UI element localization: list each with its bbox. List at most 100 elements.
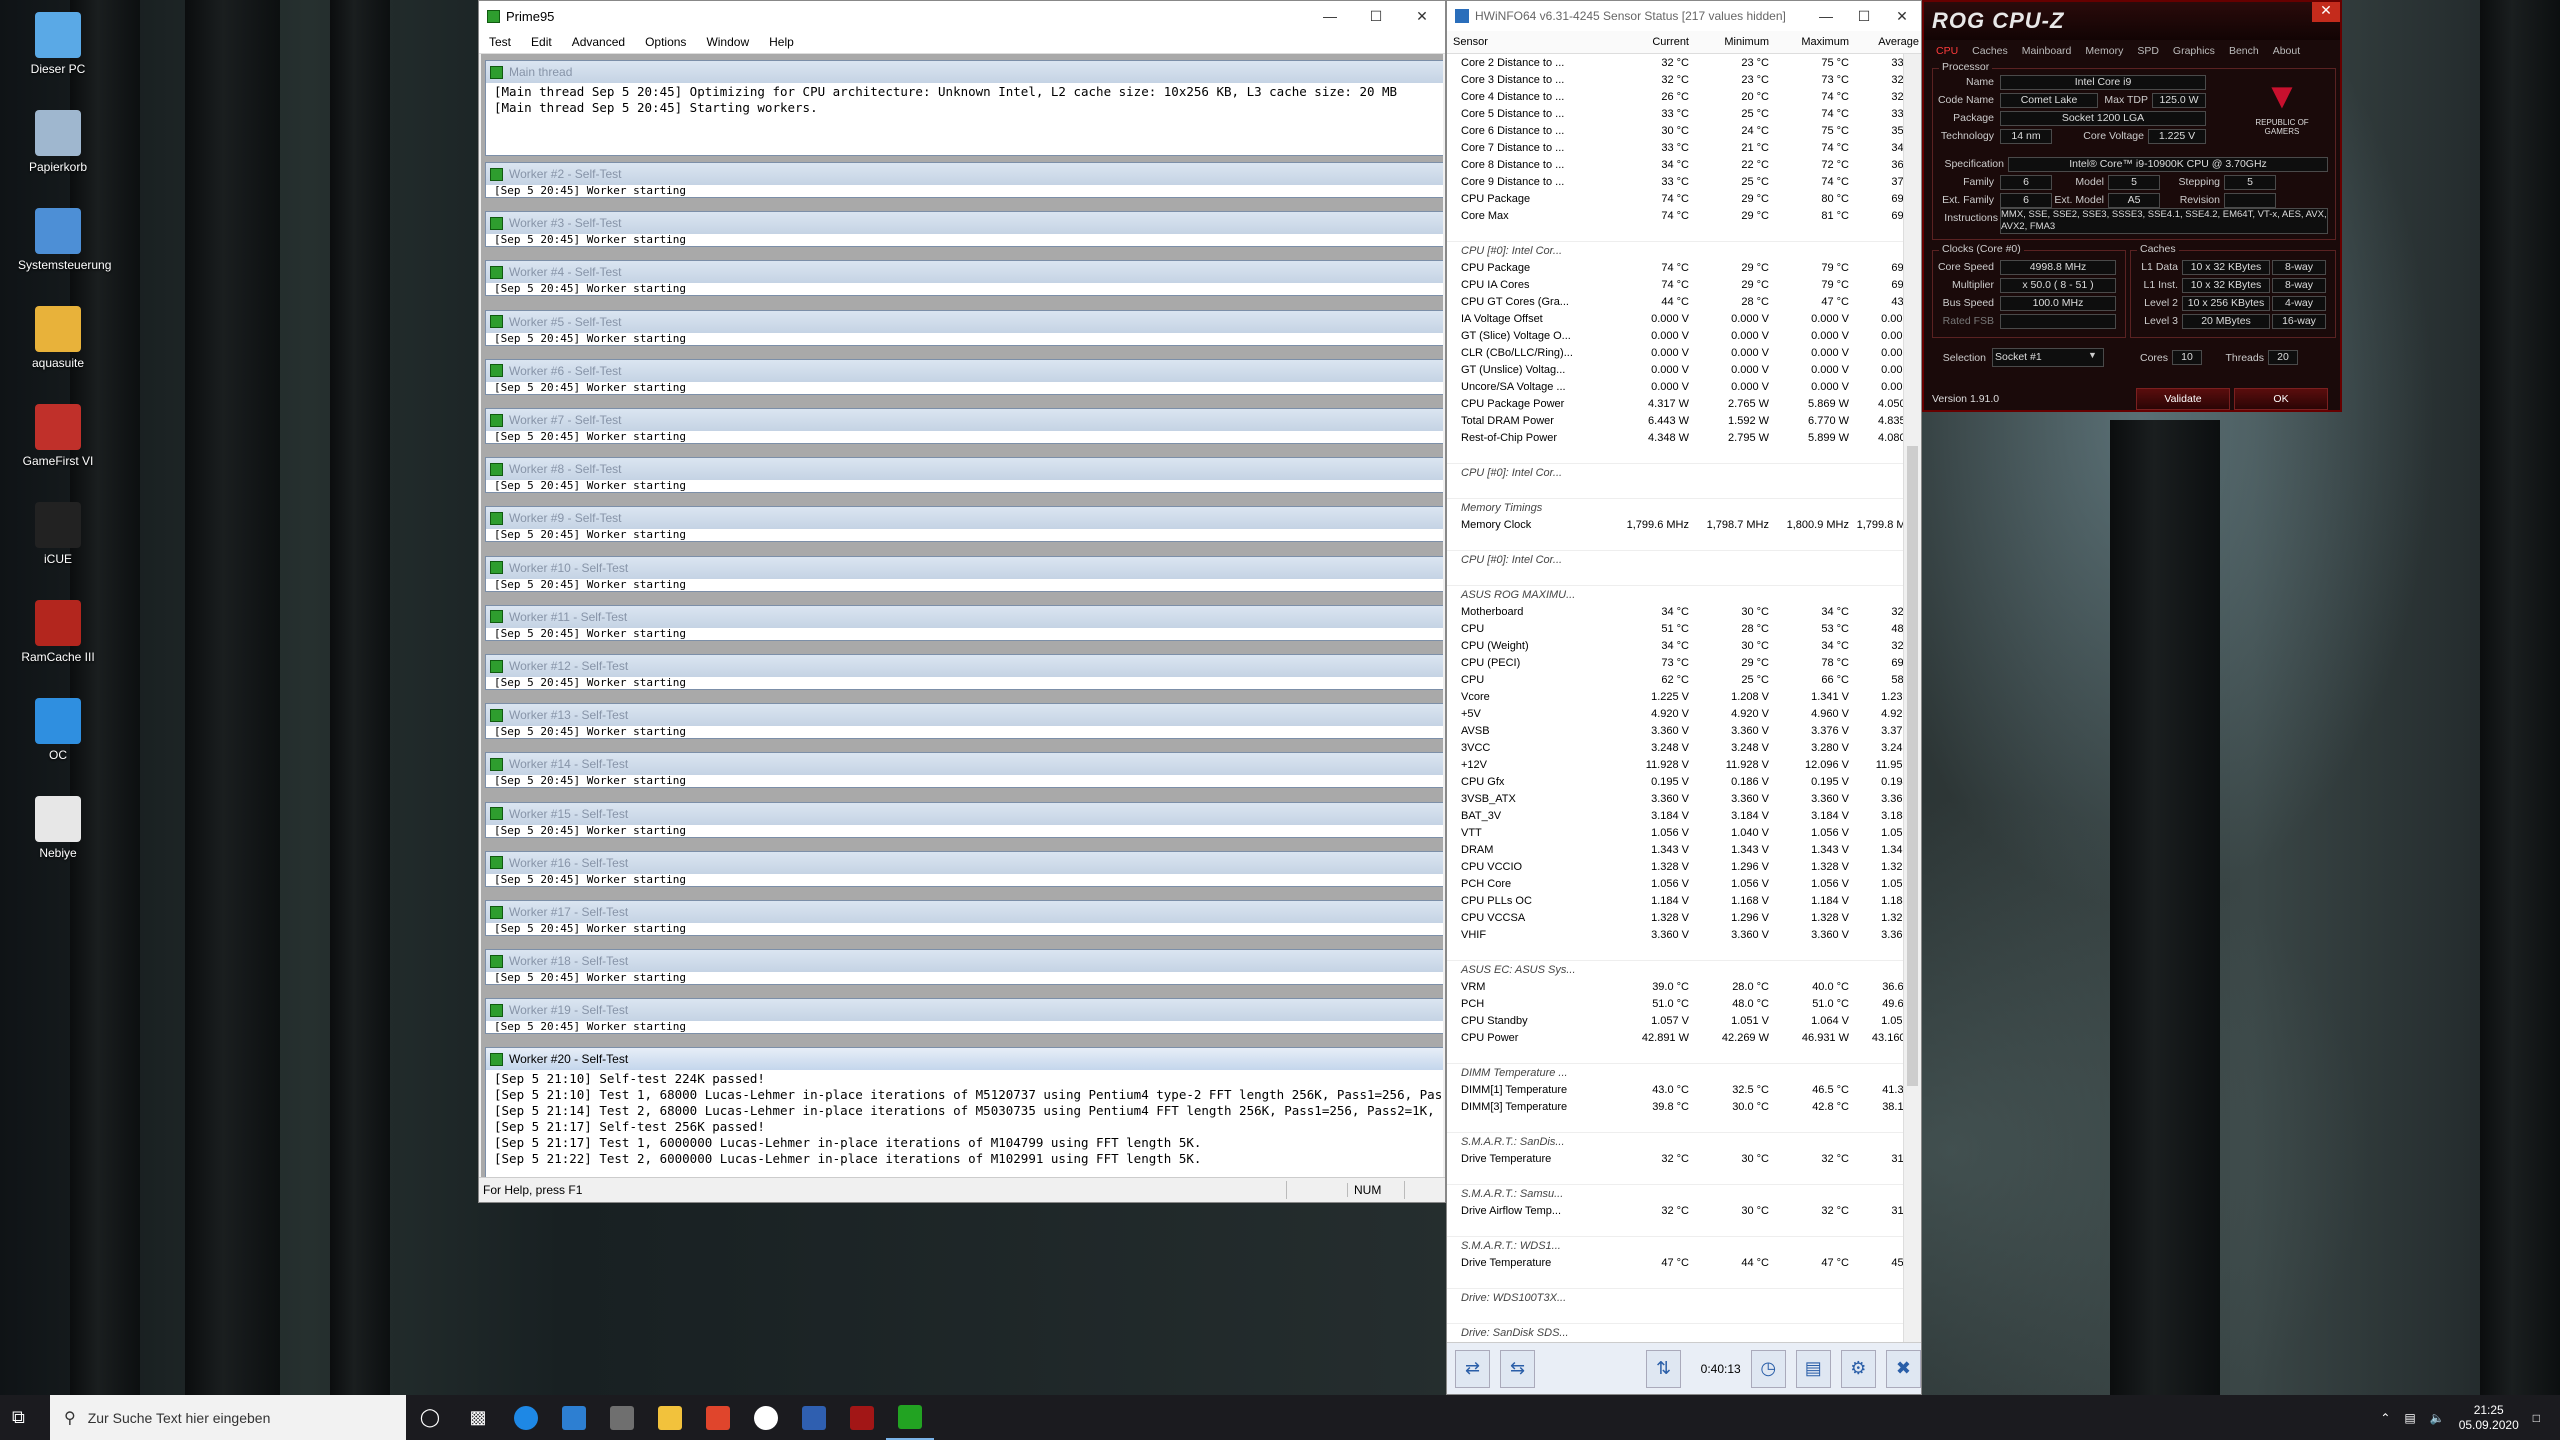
desktop-icon[interactable]: aquasuite [18,306,98,370]
chevron-up-icon[interactable]: ⌃ [2380,1411,2390,1425]
worker-pane[interactable]: Worker #11 - Self-Test [Sep 5 20:45] Work… [485,604,1443,641]
sensor-group-header[interactable]: S.M.A.R.T.: WDS1... [1447,1236,1905,1254]
desktop-icon[interactable]: Papierkorb [18,110,98,174]
menu-help[interactable]: Help [759,35,804,49]
report-icon[interactable]: ▤ [1795,1349,1831,1388]
worker-titlebar[interactable]: Worker #8 - Self-Test [486,458,1443,481]
sensor-group-header[interactable]: Drive: WDS100T3X... [1447,1288,1905,1306]
sensor-row[interactable]: VHIF 3.360 V 3.360 V 3.360 V 3.360 V [1447,926,1905,943]
sensor-row[interactable]: Core 9 Distance to ... 33 °C 25 °C 74 °C 37 … [1447,173,1905,190]
sensor-row[interactable]: Core Max 74 °C 29 °C 81 °C 69 °C [1447,207,1905,224]
sensor-row[interactable]: Core 6 Distance to ... 30 °C 24 °C 75 °C 35 … [1447,122,1905,139]
sensor-row[interactable]: DIMM[3] Temperature 39.8 °C 30.0 °C 42.8 °C… [1447,1098,1905,1115]
worker-titlebar[interactable]: Worker #17 - Self-Test [486,901,1443,923]
maximize-icon[interactable]: ☐ [1353,8,1399,25]
sensor-row[interactable]: Core 4 Distance to ... 26 °C 20 °C 74 °C 32 … [1447,88,1905,105]
chevron-down-icon[interactable]: ▼ [2088,350,2097,360]
worker-pane[interactable]: Worker #3 - Self-Test [Sep 5 20:45] Worke… [485,211,1443,248]
main-thread-titlebar[interactable]: Main thread [486,61,1443,83]
worker-20-titlebar[interactable]: Worker #20 - Self-Test [486,1048,1443,1070]
app-s-icon[interactable] [694,1395,742,1440]
column-header[interactable]: Maximum [1775,36,1855,48]
taskbar-search[interactable]: ⚲ Zur Suche Text hier eingeben [50,1395,406,1440]
sensor-row[interactable]: CPU VCCIO 1.328 V 1.296 V 1.328 V 1.328 V [1447,858,1905,875]
worker-pane[interactable]: Worker #12 - Self-Test [Sep 5 20:45] Work… [485,654,1443,690]
minimize-icon[interactable]: — [1307,8,1353,24]
network-icon[interactable]: ▤ [2404,1411,2415,1425]
worker-20-pane[interactable]: Worker #20 - Self-Test [Sep 5 21:10] Sel… [485,1047,1443,1178]
sensor-row[interactable]: PCH Core 1.056 V 1.056 V 1.056 V 1.056 V [1447,875,1905,892]
sensor-row[interactable]: CLR (CBo/LLC/Ring)... 0.000 V 0.000 V 0.000… [1447,344,1905,361]
sensor-group-header[interactable]: CPU [#0]: Intel Cor... [1447,463,1905,481]
sensor-row[interactable]: Rest-of-Chip Power 4.348 W 2.795 W 5.899 W 4… [1447,429,1905,446]
worker-pane[interactable]: Worker #9 - Self-Test [Sep 5 20:45] Worke… [485,506,1443,543]
worker-pane[interactable]: Worker #5 - Self-Test [Sep 5 20:45] Worke… [485,309,1443,346]
menu-window[interactable]: Window [696,35,759,49]
worker-titlebar[interactable]: Worker #16 - Self-Test [486,851,1443,874]
tab-about[interactable]: About [2267,44,2306,58]
worker-titlebar[interactable]: Worker #6 - Self-Test [486,359,1443,382]
task-view-icon[interactable]: ▩ [454,1395,502,1440]
sensor-row[interactable]: +5V 4.920 V 4.920 V 4.960 V 4.920 V [1447,705,1905,722]
desktop-icon[interactable]: Systemsteuerung [18,208,111,272]
menu-edit[interactable]: Edit [521,35,562,49]
worker-titlebar[interactable]: Worker #15 - Self-Test [486,802,1443,825]
worker-titlebar[interactable]: Worker #14 - Self-Test [486,753,1443,776]
tab-cpu[interactable]: CPU [1930,44,1964,58]
prime95-taskbar-icon[interactable] [886,1395,934,1440]
cortana-icon[interactable]: ◯ [406,1395,454,1440]
sensor-row[interactable]: Vcore 1.225 V 1.208 V 1.341 V 1.233 V [1447,688,1905,705]
sensor-row[interactable]: Uncore/SA Voltage ... 0.000 V 0.000 V 0.000… [1447,378,1905,395]
sensor-row[interactable]: 3VCC 3.248 V 3.248 V 3.280 V 3.249 V [1447,739,1905,756]
sensor-row[interactable]: Drive Temperature 32 °C 30 °C 32 °C 31 °C [1447,1150,1905,1167]
sensor-row[interactable]: CPU IA Cores 74 °C 29 °C 79 °C 69 °C [1447,276,1905,293]
clock[interactable]: 21:25 05.09.2020 [2459,1403,2519,1433]
navigate-left-icon[interactable]: ⇄ [1455,1349,1491,1388]
sensor-row[interactable]: CPU 51 °C 28 °C 53 °C 48 °C [1447,620,1905,637]
worker-pane[interactable]: Worker #2 - Self-Test [Sep 5 20:45] Worke… [485,162,1443,198]
windows-start-icon[interactable]: ⧉ [12,1407,25,1428]
sensor-row[interactable]: CPU GT Cores (Gra... 44 °C 28 °C 47 °C 43 °C [1447,293,1905,310]
sensor-row[interactable]: 3VSB_ATX 3.360 V 3.360 V 3.360 V 3.360 V [1447,790,1905,807]
tab-mainboard[interactable]: Mainboard [2016,44,2078,58]
sensor-row[interactable]: Motherboard 34 °C 30 °C 34 °C 32 °C [1447,603,1905,620]
desktop-icon[interactable]: iCUE [18,502,98,566]
sensor-row[interactable]: Drive Temperature 47 °C 44 °C 47 °C 45 °C [1447,1254,1905,1271]
cpuz-window[interactable]: ROG CPU-Z ✕ CPU Caches Mainboard Memory … [1922,0,2342,412]
worker-titlebar[interactable]: Worker #9 - Self-Test [486,507,1443,530]
worker-titlebar[interactable]: Worker #7 - Self-Test [486,409,1443,431]
tab-spd[interactable]: SPD [2131,44,2165,58]
navigate-right-icon[interactable]: ⇆ [1500,1349,1536,1388]
worker-titlebar[interactable]: Worker #19 - Self-Test [486,999,1443,1022]
worker-pane[interactable]: Worker #10 - Self-Test [Sep 5 20:45] Work… [485,555,1443,592]
worker-pane[interactable]: Worker #7 - Self-Test [Sep 5 20:45] Worke… [485,408,1443,444]
sensor-row[interactable]: CPU (PECI) 73 °C 29 °C 78 °C 69 °C [1447,654,1905,671]
worker-pane[interactable]: Worker #15 - Self-Test [Sep 5 20:45] Work… [485,801,1443,838]
worker-pane[interactable]: Worker #8 - Self-Test [Sep 5 20:45] Worke… [485,457,1443,494]
sensor-group-header[interactable]: CPU [#0]: Intel Cor... [1447,550,1905,568]
sensor-row[interactable]: PCH 51.0 °C 48.0 °C 51.0 °C 49.6 °C [1447,995,1905,1012]
minimize-icon[interactable]: — [1807,8,1845,24]
icue-taskbar-icon[interactable] [742,1395,790,1440]
notification-icon[interactable]: □ [2533,1411,2540,1425]
menu-test[interactable]: Test [479,35,521,49]
sensor-group-header[interactable]: CPU [#0]: Intel Cor... [1447,241,1905,259]
sensor-row[interactable]: Core 7 Distance to ... 33 °C 21 °C 74 °C 34 … [1447,139,1905,156]
worker-pane[interactable]: Worker #14 - Self-Test [Sep 5 20:45] Work… [485,752,1443,789]
hwinfo-titlebar[interactable]: HWiNFO64 v6.31-4245 Sensor Status [217 v… [1447,1,1921,31]
worker-titlebar[interactable]: Worker #5 - Self-Test [486,310,1443,333]
desktop-icon[interactable]: RamCache III [18,600,98,664]
tab-memory[interactable]: Memory [2079,44,2129,58]
sensor-row[interactable]: CPU 62 °C 25 °C 66 °C 58 °C [1447,671,1905,688]
ok-button[interactable]: OK [2234,388,2328,410]
sensor-row[interactable]: Total DRAM Power 6.443 W 1.592 W 6.770 W 4.8… [1447,412,1905,429]
settings-icon[interactable]: ⚙ [1840,1349,1876,1388]
sensor-group-header[interactable]: Drive: SanDisk SDS... [1447,1323,1905,1341]
edge-icon[interactable] [502,1395,550,1440]
sensor-row[interactable]: BAT_3V 3.184 V 3.184 V 3.184 V 3.184 V [1447,807,1905,824]
sensor-row[interactable]: CPU (Weight) 34 °C 30 °C 34 °C 32 °C [1447,637,1905,654]
worker-titlebar[interactable]: Worker #10 - Self-Test [486,556,1443,579]
sensor-group-header[interactable]: S.M.A.R.T.: Samsu... [1447,1184,1905,1202]
hwinfo-window[interactable]: HWiNFO64 v6.31-4245 Sensor Status [217 v… [1446,0,1922,1395]
worker-titlebar[interactable]: Worker #18 - Self-Test [486,950,1443,973]
